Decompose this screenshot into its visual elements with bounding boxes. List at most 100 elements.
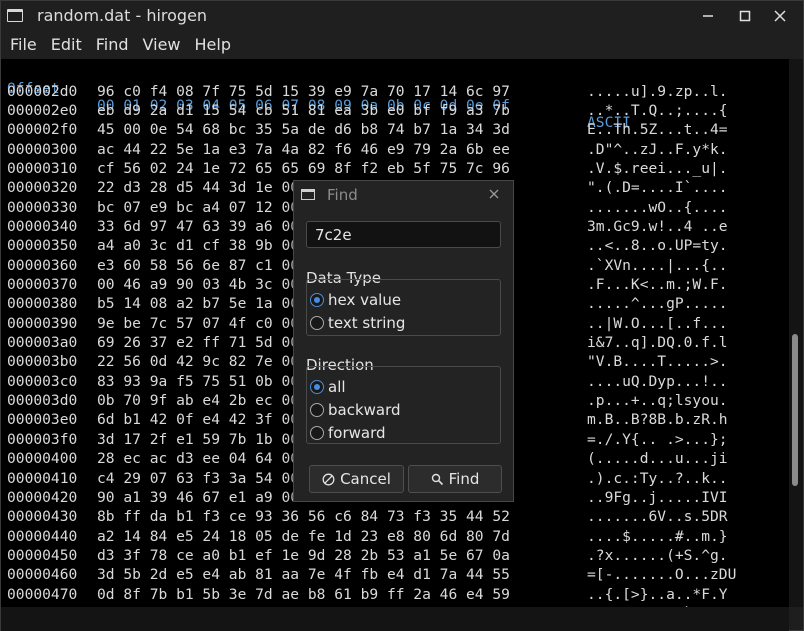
row-ascii[interactable]: .....u].9.zp..l. — [587, 83, 728, 100]
row-ascii[interactable]: .p...+..q;lsyou. — [587, 392, 728, 409]
find-dialog-title-bar[interactable]: Find — [294, 181, 513, 208]
row-bytes[interactable]: 8b ff da b1 f3 ce 93 36 56 c6 84 73 f3 3… — [97, 508, 510, 525]
row-offset[interactable]: 000003d0 — [7, 392, 77, 409]
row-offset[interactable]: 00000370 — [7, 276, 77, 293]
find-dialog-title: Find — [327, 185, 358, 204]
row-ascii[interactable]: ".(.D=....I`.... — [587, 179, 728, 196]
row-offset[interactable]: 00000460 — [7, 566, 77, 583]
maximize-button[interactable] — [734, 5, 756, 27]
row-bytes[interactable]: 45 00 0e 54 68 bc 35 5a de d6 b8 74 b7 1… — [97, 121, 510, 138]
horizontal-scrollbar[interactable] — [1, 607, 789, 631]
row-ascii[interactable]: .......6V..s.5DR — [587, 508, 728, 525]
row-ascii[interactable]: .D"^..zJ..F.y*k. — [587, 141, 728, 158]
row-ascii[interactable]: ..*..T.Q..;....{ — [587, 102, 728, 119]
row-offset[interactable]: 00000420 — [7, 489, 77, 506]
row-bytes[interactable]: d3 3f 78 ce a0 b1 ef 1e 9d 28 2b 53 a1 5… — [97, 547, 510, 564]
row-ascii[interactable]: ..{.[>}..a..*F.Y — [587, 586, 728, 603]
row-ascii[interactable]: .....^...gP..... — [587, 295, 728, 312]
row-offset[interactable]: 00000380 — [7, 295, 77, 312]
vertical-scrollbar-thumb[interactable] — [792, 334, 798, 486]
menu-edit[interactable]: Edit — [51, 35, 82, 54]
row-ascii[interactable]: =[-.......O...zDU — [587, 566, 736, 583]
radio-button[interactable] — [310, 316, 324, 330]
row-offset[interactable]: 000002e0 — [7, 102, 77, 119]
row-offset[interactable]: 000002d0 — [7, 83, 77, 100]
row-bytes[interactable]: a2 14 84 e5 24 18 05 de fe 1d 23 e8 80 6… — [97, 528, 510, 545]
row-offset[interactable]: 00000400 — [7, 450, 77, 467]
row-offset[interactable]: 00000340 — [7, 218, 77, 235]
row-ascii[interactable]: m.B..B?8B.b.zR.h — [587, 411, 728, 428]
row-offset[interactable]: 00000430 — [7, 508, 77, 525]
row-offset[interactable]: 00000330 — [7, 199, 77, 216]
row-offset[interactable]: 000003c0 — [7, 373, 77, 390]
row-ascii[interactable]: (.....d...u...ji — [587, 450, 728, 467]
row-offset[interactable]: 00000350 — [7, 237, 77, 254]
radio-backward[interactable]: backward — [310, 401, 401, 419]
radio-hex-value[interactable]: hex value — [310, 291, 401, 309]
row-ascii[interactable]: 3m.Gc9.w!..4 ..e — [587, 218, 728, 235]
row-ascii[interactable]: =./.Y{.. .>...}; — [587, 431, 728, 448]
radio-all[interactable]: all — [310, 378, 346, 396]
close-icon — [774, 10, 786, 22]
row-offset[interactable]: 000003b0 — [7, 353, 77, 370]
radio-button[interactable] — [310, 403, 324, 417]
menu-find[interactable]: Find — [96, 35, 129, 54]
menu-help[interactable]: Help — [195, 35, 231, 54]
row-bytes[interactable]: cf 56 02 24 1e 72 65 65 69 8f f2 eb 5f 7… — [97, 160, 510, 177]
row-ascii[interactable]: .F...K<..m.;W.F. — [587, 276, 728, 293]
row-ascii[interactable]: ..9Fg..j.....IVI — [587, 489, 728, 506]
row-offset[interactable]: 000003a0 — [7, 334, 77, 351]
row-ascii[interactable]: .?x......(+S.^g. — [587, 547, 728, 564]
row-offset[interactable]: 00000440 — [7, 528, 77, 545]
row-bytes[interactable]: ac 44 22 5e 1a e3 7a 4a 82 f6 46 e9 79 2… — [97, 141, 510, 158]
find-dialog-close-button[interactable] — [486, 186, 502, 202]
row-offset[interactable]: 00000410 — [7, 470, 77, 487]
row-ascii[interactable]: .......wO..{.... — [587, 199, 728, 216]
radio-button[interactable] — [310, 380, 324, 394]
row-bytes[interactable]: 0d 8f 7b b1 5b 3e 7d ae b8 61 b9 ff 2a 4… — [97, 586, 510, 603]
row-bytes[interactable]: 96 c0 f4 08 7f 75 5d 15 39 e9 7a 70 17 1… — [97, 83, 510, 100]
menu-bar: File Edit Find View Help — [1, 30, 803, 58]
row-ascii[interactable]: ..|W.O...[..f... — [587, 315, 728, 332]
row-ascii[interactable]: i&7..q].DQ.0.f.l — [587, 334, 728, 351]
radio-text-string[interactable]: text string — [310, 314, 405, 332]
row-bytes[interactable]: eb d9 2a d1 15 54 cb 51 81 ea 3b e0 bf f… — [97, 102, 510, 119]
dialog-window-icon — [301, 189, 315, 200]
radio-forward[interactable]: forward — [310, 424, 386, 442]
row-ascii[interactable]: ....uQ.Dyp...!.. — [587, 373, 728, 390]
minimize-icon — [703, 15, 713, 17]
row-offset[interactable]: 000003f0 — [7, 431, 77, 448]
row-ascii[interactable]: .`XVn....|...{.. — [587, 257, 728, 274]
row-offset[interactable]: 000002f0 — [7, 121, 77, 138]
row-offset[interactable]: 00000390 — [7, 315, 77, 332]
row-offset[interactable]: 00000470 — [7, 586, 77, 603]
cancel-button[interactable]: Cancel — [309, 465, 404, 493]
row-ascii[interactable]: E..Th.5Z...t..4= — [587, 121, 728, 138]
radio-button[interactable] — [310, 293, 324, 307]
row-offset[interactable]: 00000300 — [7, 141, 77, 158]
cancel-button-label: Cancel — [340, 470, 391, 488]
row-offset[interactable]: 00000450 — [7, 547, 77, 564]
app-window-icon — [7, 9, 23, 22]
row-offset[interactable]: 00000320 — [7, 179, 77, 196]
find-button[interactable]: Find — [408, 465, 502, 493]
search-icon — [431, 473, 444, 486]
menu-file[interactable]: File — [10, 35, 37, 54]
row-offset[interactable]: 00000310 — [7, 160, 77, 177]
search-input[interactable] — [306, 221, 501, 248]
row-ascii[interactable]: ..<..8..o.UP=ty. — [587, 237, 728, 254]
row-offset[interactable]: 00000360 — [7, 257, 77, 274]
title-bar[interactable]: random.dat - hirogen — [1, 1, 803, 30]
close-button[interactable] — [769, 5, 791, 27]
row-ascii[interactable]: "V.B....T.....>. — [587, 353, 728, 370]
vertical-scrollbar[interactable] — [789, 59, 803, 607]
minimize-button[interactable] — [697, 5, 719, 27]
row-ascii[interactable]: .V.$.reei..._u|. — [587, 160, 728, 177]
row-ascii[interactable]: ....$.....#..m.} — [587, 528, 728, 545]
row-offset[interactable]: 000003e0 — [7, 411, 77, 428]
row-bytes[interactable]: 3d 5b 2d e5 e4 ab 81 aa 7e 4f fb e4 d1 7… — [97, 566, 510, 583]
row-ascii[interactable]: .).c.:Ty..?..k.. — [587, 470, 728, 487]
maximize-icon — [739, 10, 751, 22]
menu-view[interactable]: View — [143, 35, 181, 54]
radio-button[interactable] — [310, 426, 324, 440]
